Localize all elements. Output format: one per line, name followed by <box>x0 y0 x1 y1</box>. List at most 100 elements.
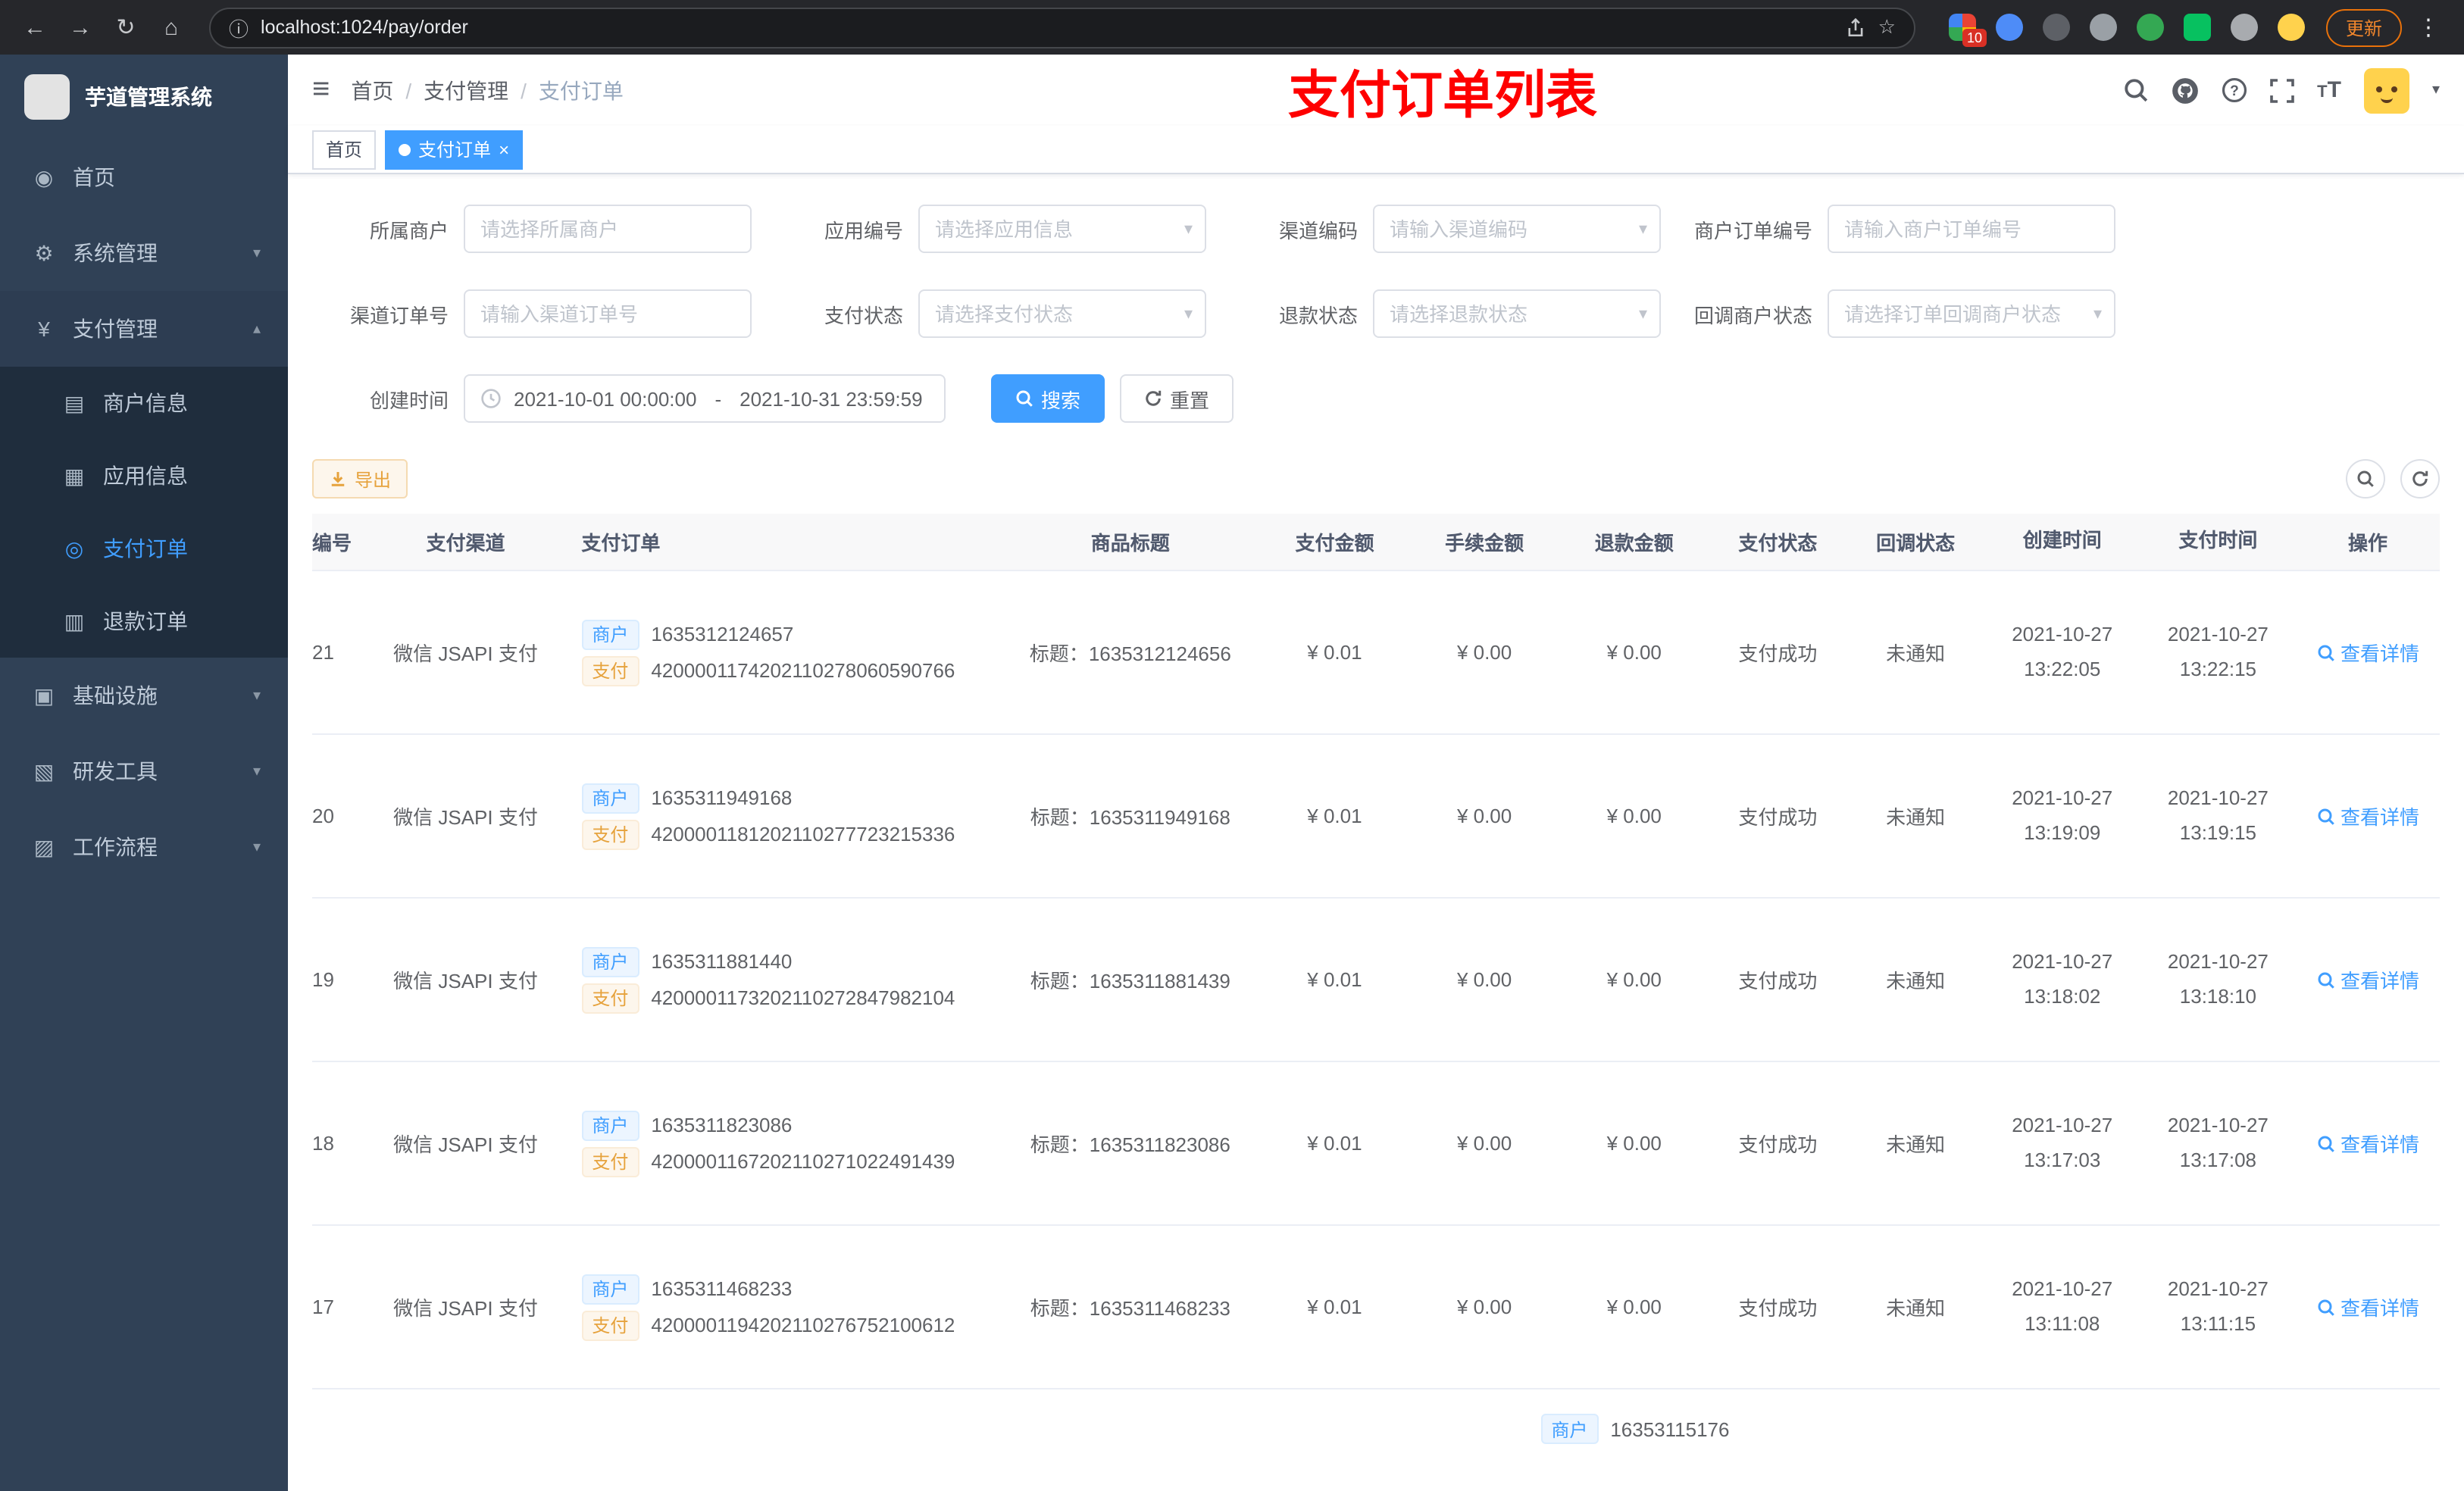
refund-status-input[interactable] <box>1373 289 1661 338</box>
fullscreen-icon[interactable] <box>2270 78 2294 102</box>
date-start[interactable]: 2021-10-01 00:00:00 <box>514 387 696 410</box>
extension-icon-colorful[interactable]: 10 <box>1948 14 1987 47</box>
callback-status-select[interactable]: ▾ <box>1828 289 2115 338</box>
browser-forward-icon[interactable]: → <box>61 8 100 47</box>
extension-icon-green-circle[interactable] <box>2136 14 2164 41</box>
merchant-order-no-field[interactable] <box>1828 205 2115 253</box>
view-detail-link[interactable]: 查看详情 <box>2316 802 2419 830</box>
user-avatar[interactable] <box>2363 67 2409 113</box>
channel-pay-no: 4200001167202110271022491439 <box>651 1150 955 1173</box>
channel-order-no-field[interactable] <box>464 289 752 338</box>
workflow-icon: ▨ <box>33 834 55 858</box>
url-text[interactable]: localhost:1024/pay/order <box>261 17 1834 38</box>
extension-icon-avatar[interactable] <box>2277 14 2305 41</box>
sidebar-item-app-info[interactable]: ▦ 应用信息 <box>0 439 288 512</box>
sidebar-item-refund-order[interactable]: ▥ 退款订单 <box>0 585 288 658</box>
refund-status-select[interactable]: ▾ <box>1373 289 1661 338</box>
sidebar-item-system[interactable]: ⚙ 系统管理 ▾ <box>0 215 288 291</box>
create-clock: 13:11:08 <box>2025 1311 2100 1334</box>
cell-fee-amount: ¥ 0.00 <box>1456 968 1512 991</box>
create-time-range-picker[interactable]: 2021-10-01 00:00:00 - 2021-10-31 23:59:5… <box>464 374 946 423</box>
cell-pay-order: 商户 1635311823086 支付 42000011672021102710… <box>560 1104 1001 1183</box>
cell-action: 查看详情 <box>2296 965 2440 994</box>
channel-code-input[interactable] <box>1373 205 1661 253</box>
header-fee-amount: 手续金额 <box>1445 532 1524 555</box>
collapse-sidebar-icon[interactable]: ≡ <box>312 73 330 108</box>
share-icon[interactable] <box>1846 17 1866 37</box>
view-detail-link[interactable]: 查看详情 <box>2316 638 2419 667</box>
browser-home-icon[interactable]: ⌂ <box>152 8 191 47</box>
field-label: 渠道订单号 <box>349 304 449 327</box>
caret-down-icon[interactable]: ▾ <box>2432 82 2440 98</box>
extension-icon-wechat-devtools[interactable] <box>2183 14 2211 41</box>
browser-reload-icon[interactable]: ↻ <box>106 8 145 47</box>
extension-icon-gray[interactable] <box>2089 14 2117 41</box>
clock-icon <box>480 388 502 409</box>
cell-pay-status: 支付成功 <box>1738 642 1818 665</box>
bookmark-star-icon[interactable]: ☆ <box>1878 15 1896 39</box>
sidebar: 芋道管理系统 ◉ 首页 ⚙ 系统管理 ▾ ¥ 支付管理 ▴ ▤ 商户信息 ▦ 应… <box>0 55 288 1491</box>
field-label: 创建时间 <box>369 389 449 411</box>
browser-back-icon[interactable]: ← <box>15 8 55 47</box>
menu-label: 首页 <box>73 165 115 189</box>
refresh-table-button[interactable] <box>2400 459 2440 499</box>
view-detail-link[interactable]: 查看详情 <box>2316 1129 2419 1158</box>
sidebar-item-home[interactable]: ◉ 首页 <box>0 139 288 215</box>
font-size-icon[interactable]: TT <box>2317 77 2341 103</box>
cell-notify-status: 未通知 <box>1886 642 1946 665</box>
table-body: 21 微信 JSAPI 支付 商户 1635312124657 支付 42000… <box>312 571 2440 1389</box>
merchant-order-no: 1635311949168 <box>651 786 793 809</box>
breadcrumb: 首页 / 支付管理 / 支付订单 <box>351 75 624 105</box>
extensions-puzzle-icon[interactable] <box>2230 14 2258 41</box>
cell-refund-amount: ¥ 0.00 <box>1606 805 1662 827</box>
tab-pay-order[interactable]: 支付订单 × <box>385 130 524 169</box>
merchant-input[interactable] <box>464 205 752 253</box>
channel-code-select[interactable]: ▾ <box>1373 205 1661 253</box>
github-icon[interactable] <box>2172 77 2199 104</box>
toggle-search-button[interactable] <box>2346 459 2385 499</box>
merchant-order-no-input[interactable] <box>1828 205 2115 253</box>
date-end[interactable]: 2021-10-31 23:59:59 <box>740 387 922 410</box>
channel-order-no-input[interactable] <box>464 289 752 338</box>
extension-icon-dark[interactable] <box>2042 14 2070 41</box>
sidebar-item-pay-order[interactable]: ◎ 支付订单 <box>0 512 288 585</box>
header-pay-time: 支付时间 <box>2178 529 2258 552</box>
cell-fee-amount: ¥ 0.00 <box>1456 1132 1512 1155</box>
search-button[interactable]: 搜索 <box>991 374 1105 423</box>
cell-pay-channel: 微信 JSAPI 支付 <box>393 970 538 992</box>
app-logo[interactable]: 芋道管理系统 <box>0 55 288 139</box>
tab-home[interactable]: 首页 <box>312 130 377 169</box>
sidebar-item-devtools[interactable]: ▧ 研发工具 ▾ <box>0 733 288 809</box>
app-no-select[interactable]: ▾ <box>918 205 1206 253</box>
help-icon[interactable]: ? <box>2222 77 2247 103</box>
callback-status-input[interactable] <box>1828 289 2115 338</box>
sidebar-item-merchant-info[interactable]: ▤ 商户信息 <box>0 367 288 439</box>
breadcrumb-item[interactable]: 首页 <box>351 75 393 105</box>
app-no-input[interactable] <box>918 205 1206 253</box>
cell-pay-status: 支付成功 <box>1738 1297 1818 1320</box>
search-icon[interactable] <box>2123 77 2149 103</box>
sidebar-item-infrastructure[interactable]: ▣ 基础设施 ▾ <box>0 658 288 733</box>
pay-status-select[interactable]: ▾ <box>918 289 1206 338</box>
export-button[interactable]: 导出 <box>312 459 408 499</box>
view-detail-link[interactable]: 查看详情 <box>2316 965 2419 994</box>
close-icon[interactable]: × <box>499 140 509 158</box>
extension-icon-blue[interactable] <box>1995 14 2023 41</box>
sidebar-item-payment[interactable]: ¥ 支付管理 ▴ <box>0 291 288 367</box>
breadcrumb-item[interactable]: 支付管理 <box>424 75 508 105</box>
reset-button[interactable]: 重置 <box>1120 374 1234 423</box>
sidebar-item-workflow[interactable]: ▨ 工作流程 ▾ <box>0 809 288 885</box>
chrome-update-button[interactable]: 更新 <box>2325 8 2402 46</box>
view-detail-link[interactable]: 查看详情 <box>2316 1293 2419 1321</box>
chevron-up-icon: ▴ <box>252 320 261 337</box>
toolbox-icon: ▧ <box>33 758 55 783</box>
pay-clock: 13:22:15 <box>2179 657 2256 680</box>
browser-menu-icon[interactable]: ⋮ <box>2408 14 2449 41</box>
merchant-select[interactable] <box>464 205 752 253</box>
address-bar[interactable]: ⓘ localhost:1024/pay/order ☆ <box>209 7 1915 48</box>
site-info-icon[interactable]: ⓘ <box>229 13 249 42</box>
table-toolbar: 导出 <box>312 459 2440 499</box>
pay-status-input[interactable] <box>918 289 1206 338</box>
field-label: 退款状态 <box>1278 304 1358 327</box>
grid-icon: ▦ <box>64 463 85 487</box>
